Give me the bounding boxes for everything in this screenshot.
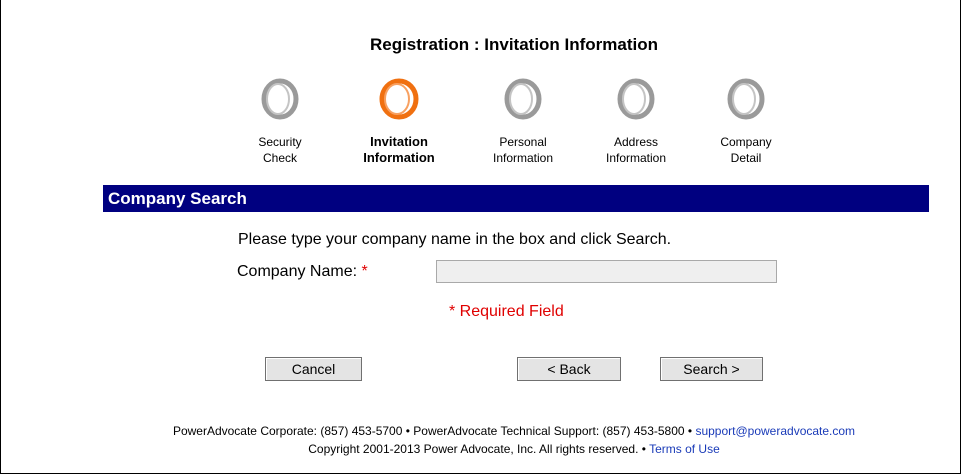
company-name-label-text: Company Name:	[237, 263, 358, 280]
cancel-button[interactable]: Cancel	[265, 357, 362, 381]
terms-of-use-link[interactable]: Terms of Use	[649, 442, 720, 456]
required-asterisk: *	[361, 263, 368, 280]
footer-contact-line: PowerAdvocate Corporate: (857) 453-5700 …	[0, 424, 961, 438]
step-security-check: Security Check	[232, 75, 328, 166]
footer-contact-text: PowerAdvocate Corporate: (857) 453-5700 …	[172, 424, 693, 438]
company-name-input[interactable]	[436, 260, 777, 283]
footer-copyright-text: Copyright 2001-2013 Power Advocate, Inc.…	[308, 442, 646, 456]
section-header: Company Search	[103, 185, 929, 212]
page-title: Registration : Invitation Information	[369, 35, 659, 54]
back-button[interactable]: < Back	[517, 357, 621, 381]
support-email-link[interactable]: support@poweradvocate.com	[695, 424, 855, 438]
progress-ring-icon	[504, 78, 542, 120]
step-company-detail: Company Detail	[698, 75, 794, 166]
required-field-note: * Required Field	[449, 303, 564, 320]
step-personal-information: Personal Information	[475, 75, 571, 166]
step-invitation-information: Invitation Information	[351, 75, 447, 166]
search-button[interactable]: Search >	[660, 357, 763, 381]
step-label: Company Detail	[720, 135, 772, 165]
step-label: Security Check	[258, 135, 302, 165]
progress-ring-icon	[727, 78, 765, 120]
footer-copyright-line: Copyright 2001-2013 Power Advocate, Inc.…	[0, 442, 961, 456]
step-label: Invitation Information	[363, 134, 435, 165]
progress-ring-icon	[261, 78, 299, 120]
step-label: Address Information	[605, 135, 667, 165]
step-address-information: Address Information	[588, 75, 684, 166]
progress-ring-active-icon	[379, 78, 419, 120]
company-name-label: Company Name: *	[237, 263, 368, 281]
instruction-text: Please type your company name in the box…	[238, 231, 672, 248]
progress-ring-icon	[617, 78, 655, 120]
step-label: Personal Information	[492, 135, 554, 165]
